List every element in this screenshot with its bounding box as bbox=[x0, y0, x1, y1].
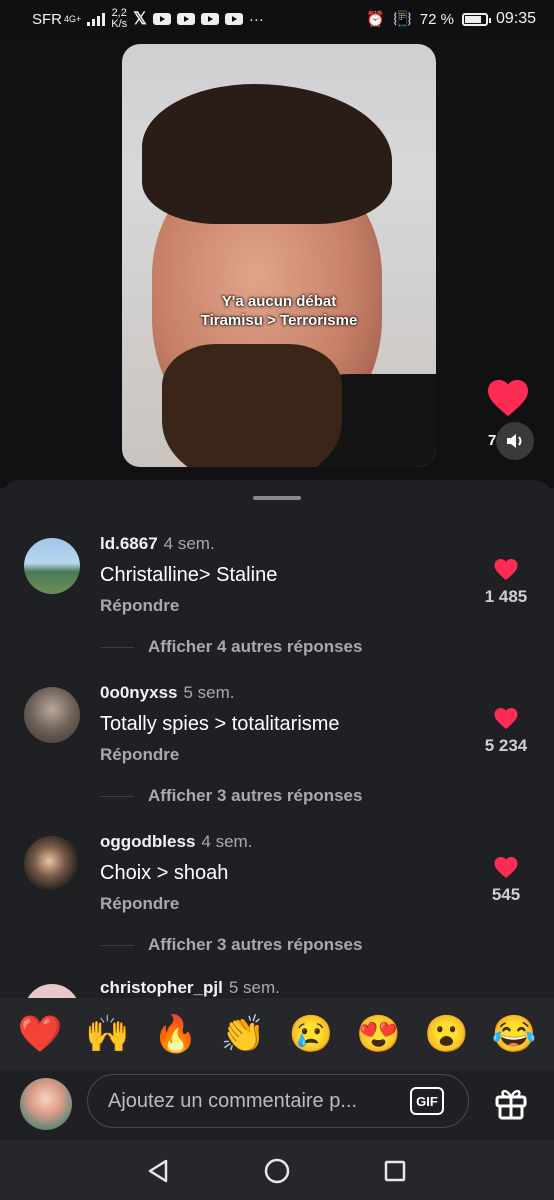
divider bbox=[100, 945, 134, 946]
more-notifications-icon: ··· bbox=[248, 10, 264, 28]
reply-button[interactable]: Répondre bbox=[100, 894, 179, 914]
comment-like-button[interactable]: 1 485 bbox=[476, 558, 536, 607]
view-more-replies[interactable]: Afficher 4 autres réponses bbox=[148, 637, 362, 657]
video-hair bbox=[142, 84, 392, 224]
heart-icon[interactable] bbox=[486, 378, 530, 418]
user-avatar[interactable] bbox=[20, 1078, 72, 1130]
emoji-surprised-face-button[interactable]: 😮 bbox=[424, 1013, 469, 1055]
comment-username[interactable]: 0o0nyxss 5 sem. bbox=[100, 683, 235, 703]
battery-percent: 72 % bbox=[419, 10, 454, 28]
view-more-replies[interactable]: Afficher 3 autres réponses bbox=[148, 786, 362, 806]
divider bbox=[100, 796, 134, 797]
sound-icon bbox=[507, 434, 522, 448]
comment-username[interactable]: oggodbless 4 sem. bbox=[100, 832, 252, 852]
video-beard bbox=[162, 344, 342, 467]
comment-text: Choix > shoah bbox=[100, 862, 229, 884]
divider bbox=[100, 647, 134, 648]
heart-icon bbox=[494, 708, 518, 729]
like-count: 1 485 bbox=[484, 587, 528, 606]
x-app-icon: 𝕏 bbox=[133, 9, 147, 28]
comment-text: Christalline> Staline bbox=[100, 564, 278, 586]
comment-input[interactable]: Ajoutez un commentaire p... GIF bbox=[87, 1074, 469, 1128]
recents-icon[interactable] bbox=[384, 1160, 406, 1182]
heart-icon bbox=[494, 559, 518, 580]
emoji-heart-button[interactable]: ❤️ bbox=[17, 1013, 62, 1055]
emoji-raised-hands-button[interactable]: 🙌 bbox=[85, 1013, 130, 1055]
youtube-icon bbox=[176, 13, 195, 25]
emoji-fire-button[interactable]: 🔥 bbox=[153, 1013, 198, 1055]
network-type: 4G+ bbox=[64, 14, 82, 24]
like-count: 545 bbox=[491, 885, 521, 904]
alarm-icon: ⏰ bbox=[366, 11, 386, 28]
quick-emoji-bar: ❤️ 🙌 🔥 👏 😢 😍 😮 😂 bbox=[0, 998, 554, 1070]
emoji-tears-of-joy-button[interactable]: 😂 bbox=[492, 1013, 537, 1055]
battery-icon bbox=[461, 12, 491, 26]
net-speed: 2,2 K/s bbox=[111, 7, 128, 30]
caption-line-2: Tiramisu > Terrorisme bbox=[200, 312, 358, 329]
gif-button[interactable]: GIF bbox=[410, 1087, 444, 1115]
gift-icon[interactable] bbox=[492, 1084, 530, 1122]
clock: 09:35 bbox=[495, 10, 536, 27]
reply-button[interactable]: Répondre bbox=[100, 745, 179, 765]
video-player[interactable]: Y'a aucun débat Tiramisu > Terrorisme bbox=[122, 44, 436, 467]
emoji-clapping-hands-button[interactable]: 👏 bbox=[221, 1013, 266, 1055]
sound-button[interactable] bbox=[496, 422, 534, 460]
comment-like-button[interactable]: 5 234 bbox=[476, 707, 536, 756]
view-more-replies[interactable]: Afficher 3 autres réponses bbox=[148, 935, 362, 955]
back-icon[interactable] bbox=[146, 1158, 170, 1184]
avatar[interactable] bbox=[24, 836, 80, 892]
home-icon[interactable] bbox=[264, 1158, 290, 1184]
comment-username[interactable]: christopher_pjl 5 sem. bbox=[100, 978, 280, 998]
youtube-icon bbox=[200, 13, 219, 25]
avatar[interactable] bbox=[24, 687, 80, 743]
youtube-icon bbox=[152, 13, 171, 25]
carrier-label: SFR bbox=[32, 10, 62, 28]
comment-username[interactable]: ld.6867 4 sem. bbox=[100, 534, 215, 554]
like-count: 5 234 bbox=[484, 736, 528, 755]
video-caption: Y'a aucun débat Tiramisu > Terrorisme bbox=[122, 292, 436, 330]
comment-input-placeholder: Ajoutez un commentaire p... bbox=[108, 1089, 358, 1112]
emoji-crying-face-button[interactable]: 😢 bbox=[288, 1013, 333, 1055]
emoji-heart-eyes-button[interactable]: 😍 bbox=[356, 1013, 401, 1055]
avatar[interactable] bbox=[24, 538, 80, 594]
comment-like-button[interactable]: 545 bbox=[476, 856, 536, 905]
caption-line-1: Y'a aucun débat bbox=[221, 293, 337, 310]
reply-button[interactable]: Répondre bbox=[100, 596, 179, 616]
sheet-grabber[interactable] bbox=[253, 496, 301, 500]
comment-text: Totally spies > totalitarisme bbox=[100, 713, 340, 735]
vibrate-icon: 📳 bbox=[393, 11, 412, 28]
comment-input-bar: Ajoutez un commentaire p... GIF bbox=[0, 1070, 554, 1140]
youtube-icon bbox=[224, 13, 243, 25]
signal-icon bbox=[87, 12, 106, 26]
heart-icon bbox=[494, 857, 518, 878]
status-bar: SFR 4G+ 2,2 K/s 𝕏 ··· ⏰ 📳 72 % 09:35 bbox=[0, 0, 554, 38]
system-nav-bar bbox=[0, 1140, 554, 1200]
